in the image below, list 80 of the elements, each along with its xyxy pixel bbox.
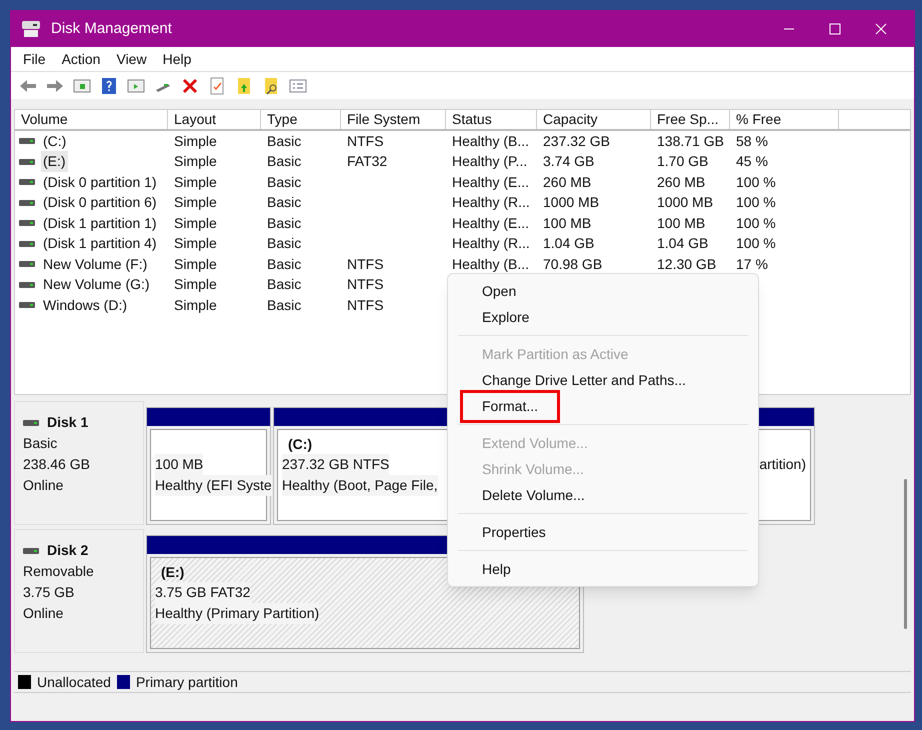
table-cell-text: 1000 MB <box>656 193 714 212</box>
table-cell-text: 237.32 GB <box>542 132 611 151</box>
table-cell: (E:) <box>41 151 68 172</box>
partition-size: 100 MB <box>155 454 204 475</box>
disk-name: Disk 1 <box>47 413 88 432</box>
legend-label: Primary partition <box>136 672 238 692</box>
table-cell-text: Basic <box>266 275 302 294</box>
table-cell-text: Basic <box>266 152 302 172</box>
disk-state: Online <box>23 476 64 495</box>
partition-size: 3.75 GB FAT32 <box>155 582 250 603</box>
disk-state: Online <box>23 604 64 623</box>
disk-name: Disk 2 <box>47 541 88 560</box>
table-cell-text: 100 % <box>735 234 777 254</box>
table-cell-text: Simple <box>173 254 218 274</box>
table-cell-text: Simple <box>173 132 218 151</box>
table-cell-text: Basic <box>266 132 302 151</box>
table-cell-text: Simple <box>173 193 218 212</box>
partition-label: (C:) <box>287 435 312 454</box>
table-cell-text: (Disk 1 partition 1) <box>42 214 158 233</box>
table-cell-text: 100 % <box>735 172 777 192</box>
disk-type: Removable <box>23 562 95 581</box>
table-cell-text: 100 % <box>735 214 777 233</box>
table-cell-text: FAT32 <box>346 152 388 172</box>
table-cell-text: 58 % <box>735 132 769 151</box>
table-cell-text: NTFS <box>346 254 385 274</box>
table-cell-text: 100 % <box>735 193 777 212</box>
table-cell-text: 45 % <box>735 152 769 172</box>
partition-status: artition) <box>759 455 806 474</box>
table-cell-text: (Disk 0 partition 1) <box>42 172 158 192</box>
table-cell-text: Windows (D:) <box>42 296 128 315</box>
table-cell-text: 260 MB <box>542 172 592 192</box>
table-cell-text: New Volume (G:) <box>42 275 151 294</box>
table-cell-text: Basic <box>266 193 302 212</box>
table-cell-text: Simple <box>173 172 218 192</box>
partition-status: Healthy (Boot, Page File, <box>282 475 438 496</box>
partition-status: Healthy (Primary Partition) <box>155 603 320 624</box>
disk-size: 3.75 GB <box>23 583 76 602</box>
table-cell-text: (Disk 0 partition 6) <box>42 193 158 212</box>
table-cell-text: Healthy (R... <box>451 234 531 254</box>
partition-label: (E:) <box>160 563 184 582</box>
table-cell-text: Simple <box>173 296 218 315</box>
legend-label: Unallocated <box>37 672 111 692</box>
table-cell-text: NTFS <box>346 132 385 151</box>
table-cell-text: Basic <box>266 254 302 274</box>
table-cell-text: 138.71 GB <box>656 132 725 151</box>
table-cell-text: Healthy (R... <box>451 193 531 212</box>
table-cell-text: NTFS <box>346 296 385 315</box>
table-cell-text: (C:) <box>42 132 68 151</box>
window-title: Disk Management <box>51 18 172 39</box>
table-cell-text: 17 % <box>735 254 769 274</box>
table-cell-text: Healthy (B... <box>451 132 530 151</box>
table-cell-text: (Disk 1 partition 4) <box>42 234 158 254</box>
table-cell-text: Simple <box>173 275 218 294</box>
table-cell-text: 1.04 GB <box>542 234 596 254</box>
table-cell-text: Simple <box>173 214 218 233</box>
disk-type: Basic <box>23 434 58 453</box>
table-cell-text: 1.04 GB <box>656 234 710 254</box>
table-cell-text: Simple <box>173 152 218 172</box>
table-cell-text: Healthy (E... <box>451 214 530 233</box>
partition-size: 237.32 GB NTFS <box>282 454 390 475</box>
partition-status: Healthy (EFI Syste <box>155 475 272 496</box>
table-cell-text: Basic <box>266 234 302 254</box>
table-cell-text: 1000 MB <box>542 193 600 212</box>
table-cell-text: Healthy (P... <box>451 152 528 172</box>
table-cell-text: New Volume (F:) <box>42 254 148 274</box>
table-cell-text: 70.98 GB <box>542 254 604 274</box>
table-cell-text: Basic <box>266 214 302 233</box>
table-cell-text: Basic <box>266 172 302 192</box>
table-cell-text: 3.74 GB <box>542 152 596 172</box>
table-cell-text: 100 MB <box>542 214 592 233</box>
table-cell-text: 1.70 GB <box>656 152 710 172</box>
table-cell-text: 260 MB <box>656 172 706 192</box>
table-cell-text: Healthy (B... <box>451 254 530 274</box>
table-cell-text: Healthy (E... <box>451 172 530 192</box>
table-cell-text: 100 MB <box>656 214 706 233</box>
table-cell-text: 12.30 GB <box>656 254 718 274</box>
disk-size: 238.46 GB <box>23 455 91 474</box>
table-cell-text: Basic <box>266 296 302 315</box>
table-cell-text: Simple <box>173 234 218 254</box>
table-cell-text: NTFS <box>346 275 385 294</box>
